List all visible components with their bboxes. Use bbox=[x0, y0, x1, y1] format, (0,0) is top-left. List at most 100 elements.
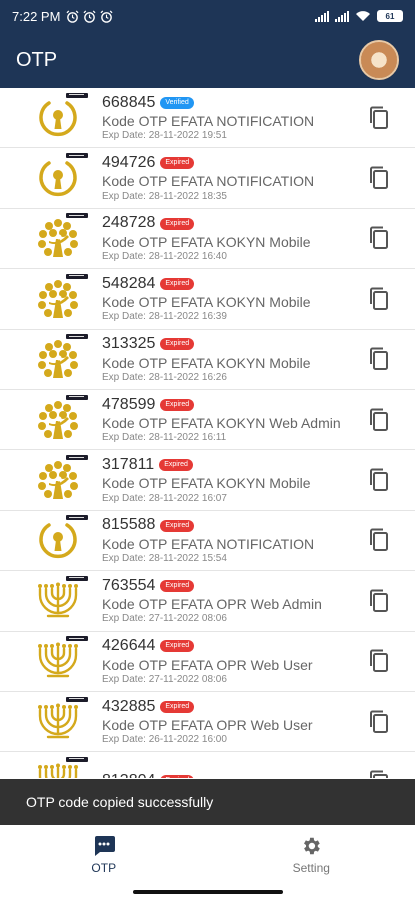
copy-icon[interactable] bbox=[367, 225, 391, 251]
toast-snackbar: OTP code copied successfully bbox=[0, 779, 415, 825]
logo-ribbon bbox=[66, 455, 88, 461]
nav-label-setting: Setting bbox=[292, 861, 330, 875]
page-title: OTP bbox=[16, 48, 58, 71]
otp-exp-date: Exp Date: 28-11-2022 15:54 bbox=[102, 552, 227, 564]
list-item[interactable]: 494726 Expired Kode OTP EFATA NOTIFICATION… bbox=[0, 148, 415, 209]
app-logo bbox=[32, 394, 88, 446]
keyhole-logo-icon bbox=[39, 100, 77, 136]
otp-code: 432885 bbox=[102, 697, 156, 715]
logo-ribbon bbox=[66, 213, 88, 219]
logo-ribbon bbox=[66, 394, 88, 400]
otp-exp-date: Exp Date: 28-11-2022 16:40 bbox=[102, 250, 227, 262]
list-item[interactable]: 432885 Expired Kode OTP EFATA OPR Web User… bbox=[0, 692, 415, 753]
chat-icon bbox=[94, 836, 115, 856]
keyhole-logo-icon bbox=[39, 523, 77, 559]
copy-icon[interactable] bbox=[367, 286, 391, 312]
app-logo bbox=[32, 273, 88, 325]
copy-icon[interactable] bbox=[367, 648, 391, 674]
copy-icon[interactable] bbox=[367, 769, 391, 778]
otp-exp-date: Exp Date: 28-11-2022 16:07 bbox=[102, 492, 227, 504]
app-logo bbox=[32, 635, 88, 687]
logo-ribbon bbox=[66, 92, 88, 98]
app-logo bbox=[32, 756, 88, 778]
otp-code: 813804 bbox=[102, 772, 155, 778]
list-item[interactable]: 763554 Expired Kode OTP EFATA OPR Web Admi… bbox=[0, 571, 415, 632]
otp-exp-date: Exp Date: 27-11-2022 08:06 bbox=[102, 673, 227, 685]
copy-icon[interactable] bbox=[367, 709, 391, 735]
toast-message: OTP code copied successfully bbox=[26, 794, 214, 810]
logo-ribbon bbox=[66, 153, 88, 159]
home-indicator bbox=[133, 890, 283, 894]
otp-exp-date: Exp Date: 28-11-2022 16:39 bbox=[102, 311, 227, 323]
status-notification-icons bbox=[66, 10, 113, 23]
nav-item-setting[interactable]: Setting bbox=[208, 825, 415, 900]
battery-icon: 61 bbox=[377, 10, 403, 22]
logo-ribbon bbox=[66, 575, 88, 581]
status-badge: Expired bbox=[160, 398, 195, 411]
list-item[interactable]: 668845 Verified Kode OTP EFATA NOTIFICATIO… bbox=[0, 88, 415, 149]
menorah-logo-icon bbox=[38, 763, 78, 778]
status-badge: Expired bbox=[160, 775, 195, 778]
list-item[interactable]: 478599 Expired Kode OTP EFATA KOKYN Web Ad… bbox=[0, 390, 415, 451]
tree-logo-icon bbox=[38, 340, 78, 379]
status-badge: Expired bbox=[160, 580, 195, 593]
menorah-logo-icon bbox=[38, 703, 78, 738]
status-badge: Expired bbox=[160, 700, 195, 713]
otp-exp-date: Exp Date: 28-11-2022 19:51 bbox=[102, 130, 227, 142]
nav-label-otp: OTP bbox=[91, 861, 117, 875]
app-logo bbox=[32, 333, 88, 385]
app-logo bbox=[32, 454, 88, 506]
status-badge: Expired bbox=[160, 640, 195, 653]
copy-icon[interactable] bbox=[367, 407, 391, 433]
app-logo bbox=[32, 575, 88, 627]
status-badge: Expired bbox=[160, 519, 195, 532]
otp-exp-date: Exp Date: 28-11-2022 18:35 bbox=[102, 190, 227, 202]
logo-ribbon bbox=[66, 515, 88, 521]
status-badge: Expired bbox=[160, 338, 195, 351]
copy-icon[interactable] bbox=[367, 105, 391, 131]
nav-item-otp[interactable]: OTP bbox=[0, 825, 208, 900]
menorah-logo-icon bbox=[38, 642, 78, 678]
app-logo bbox=[32, 152, 88, 204]
otp-code: 763554 bbox=[102, 576, 156, 594]
otp-exp-date: Exp Date: 28-11-2022 16:26 bbox=[102, 371, 227, 383]
copy-icon[interactable] bbox=[367, 588, 391, 614]
otp-code: 478599 bbox=[102, 395, 156, 413]
list-item[interactable]: 815588 Expired Kode OTP EFATA NOTIFICATION… bbox=[0, 511, 415, 572]
tree-logo-icon bbox=[38, 400, 78, 439]
avatar[interactable] bbox=[359, 40, 399, 80]
alarm-icon bbox=[66, 10, 79, 23]
app-logo bbox=[32, 696, 88, 748]
otp-code: 248728 bbox=[102, 214, 156, 232]
signal-icon bbox=[335, 10, 349, 22]
wifi-icon bbox=[356, 11, 370, 21]
otp-exp-date: Exp Date: 26-11-2022 16:00 bbox=[102, 734, 227, 746]
copy-icon[interactable] bbox=[367, 467, 391, 493]
copy-icon[interactable] bbox=[367, 527, 391, 553]
tree-logo-icon bbox=[38, 461, 78, 500]
app-bar: OTP bbox=[0, 32, 415, 88]
app-logo bbox=[32, 92, 88, 144]
gear-icon bbox=[304, 837, 321, 855]
list-item[interactable]: 813804 Expired bbox=[0, 752, 415, 778]
keyhole-logo-icon bbox=[39, 161, 77, 197]
otp-list[interactable]: 668845 Verified Kode OTP EFATA NOTIFICATIO… bbox=[0, 88, 415, 778]
list-item[interactable]: 248728 Expired Kode OTP EFATA KOKYN Mobile… bbox=[0, 209, 415, 270]
list-item[interactable]: 548284 Expired Kode OTP EFATA KOKYN Mobile… bbox=[0, 269, 415, 330]
status-badge: Expired bbox=[159, 459, 193, 472]
copy-icon[interactable] bbox=[367, 165, 391, 191]
list-item[interactable]: 317811 Expired Kode OTP EFATA KOKYN Mobile… bbox=[0, 450, 415, 511]
tree-logo-icon bbox=[38, 279, 78, 318]
signal-icon bbox=[315, 10, 329, 22]
otp-code: 426644 bbox=[102, 637, 156, 655]
alarm-icon bbox=[83, 10, 96, 23]
list-item[interactable]: 426644 Expired Kode OTP EFATA OPR Web User… bbox=[0, 632, 415, 692]
status-badge: Expired bbox=[160, 217, 195, 230]
status-badge: Expired bbox=[160, 157, 195, 170]
status-badge: Verified bbox=[160, 96, 194, 109]
status-badge: Expired bbox=[160, 278, 195, 291]
list-item[interactable]: 313325 Expired Kode OTP EFATA KOKYN Mobile… bbox=[0, 330, 415, 390]
otp-exp-date: Exp Date: 27-11-2022 08:06 bbox=[102, 613, 227, 625]
copy-icon[interactable] bbox=[367, 346, 391, 372]
logo-ribbon bbox=[66, 334, 88, 340]
